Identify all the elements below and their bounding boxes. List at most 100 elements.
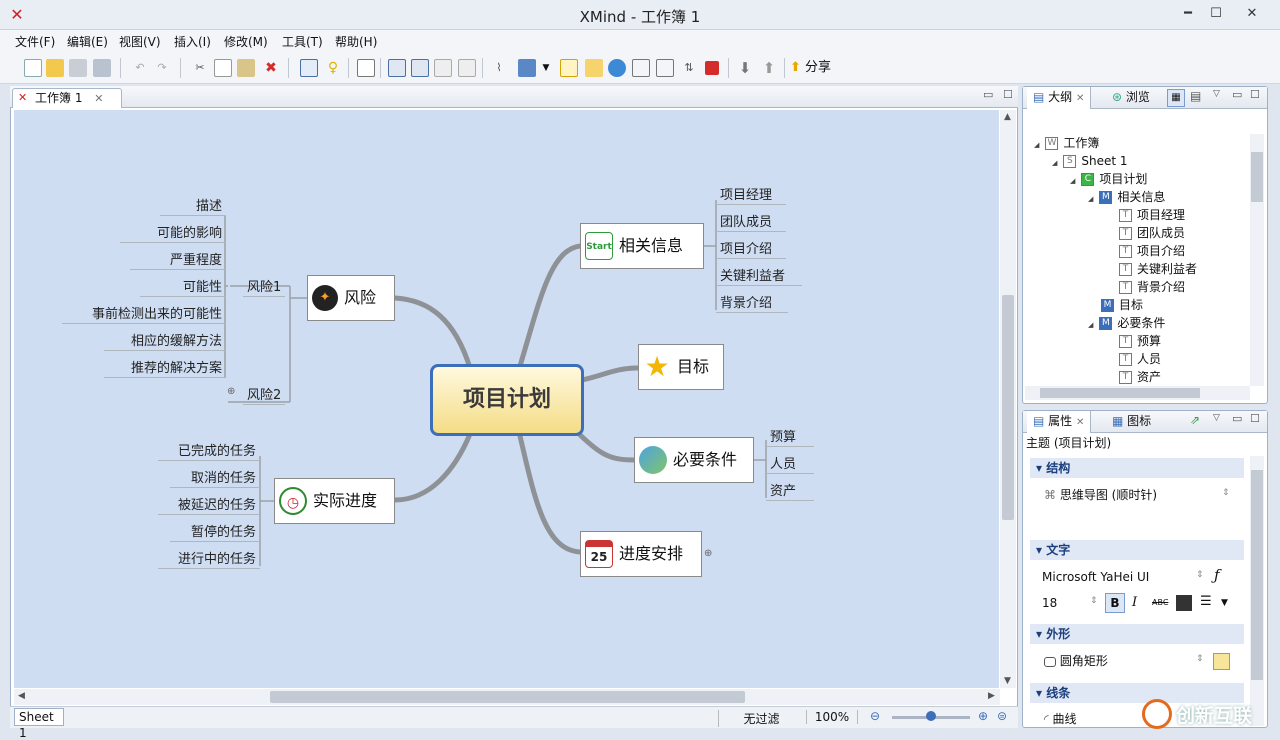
tree-view-icon[interactable]: ▦: [1167, 89, 1185, 107]
close-tab-icon[interactable]: ✕: [1076, 417, 1084, 428]
export-icon[interactable]: ⇗: [1190, 413, 1200, 427]
sheet-tab[interactable]: Sheet 1: [14, 708, 64, 740]
outline-row[interactable]: ◢ M 必要条件: [1088, 314, 1165, 332]
central-topic[interactable]: 项目计划: [430, 364, 584, 436]
font-dialog-icon[interactable]: ƒ: [1214, 566, 1220, 584]
info-item[interactable]: 项目经理: [716, 184, 786, 205]
expand-plus-icon[interactable]: ⊕: [227, 386, 235, 397]
risk-item[interactable]: 可能的影响: [120, 222, 226, 243]
align-icon[interactable]: ☰: [1200, 594, 1212, 609]
maximize-panel-icon[interactable]: ☐: [1250, 88, 1260, 101]
info-item[interactable]: 团队成员: [716, 211, 786, 232]
shape-select[interactable]: 圆角矩形: [1044, 652, 1108, 670]
outline-row[interactable]: ◢ M 相关信息: [1088, 188, 1165, 206]
outline-row[interactable]: T 项目介绍: [1106, 242, 1185, 260]
topic-schedule[interactable]: 25 进度安排: [580, 531, 702, 577]
maximize-panel-icon[interactable]: ☐: [1250, 412, 1260, 425]
zoom-in-icon[interactable]: ⊕: [978, 709, 988, 723]
minimize-panel-icon[interactable]: ▭: [1232, 412, 1242, 425]
progress-item[interactable]: 进行中的任务: [158, 548, 260, 569]
view-menu-icon[interactable]: ▽: [1213, 89, 1220, 99]
outline-row[interactable]: ◢ S Sheet 1: [1052, 152, 1128, 170]
risk-item[interactable]: 相应的缓解方法: [104, 330, 226, 351]
topic-related-info[interactable]: Start 相关信息: [580, 223, 704, 269]
chevron-down-icon[interactable]: ▼: [1221, 598, 1228, 608]
outline-row[interactable]: T 人员: [1106, 350, 1161, 368]
outline-row[interactable]: ◢ W 工作簿: [1034, 134, 1099, 152]
expand-plus-icon[interactable]: ⊕: [704, 548, 712, 559]
tree-toggle-icon[interactable]: ◢: [1088, 195, 1093, 203]
stepper-icon[interactable]: ⇕: [1222, 488, 1230, 498]
zoom-level[interactable]: 100%: [806, 710, 858, 724]
outline-hscroll-thumb[interactable]: [1040, 388, 1200, 398]
list-view-icon[interactable]: ▤: [1190, 89, 1201, 103]
section-structure[interactable]: ▾ 结构: [1030, 458, 1244, 478]
tree-toggle-icon[interactable]: ◢: [1052, 159, 1057, 167]
scroll-down-icon[interactable]: ▼: [1004, 676, 1011, 686]
tab-browse[interactable]: ⊛ 浏览: [1112, 87, 1150, 107]
zoom-out-icon[interactable]: ⊖: [870, 709, 880, 723]
outline-vscroll-thumb[interactable]: [1251, 152, 1263, 202]
properties-vscroll-thumb[interactable]: [1251, 470, 1263, 680]
tab-icons[interactable]: ▦ 图标: [1112, 411, 1151, 431]
progress-item[interactable]: 被延迟的任务: [158, 494, 260, 515]
italic-icon[interactable]: I: [1132, 595, 1137, 610]
stepper-icon[interactable]: ⇕: [1196, 570, 1204, 580]
bold-icon[interactable]: B: [1105, 593, 1125, 613]
line-select[interactable]: ◜ 曲线: [1044, 710, 1077, 728]
section-shape[interactable]: ▾ 外形: [1030, 624, 1244, 644]
section-text[interactable]: ▾ 文字: [1030, 540, 1244, 560]
outline-row[interactable]: T 项目经理: [1106, 206, 1185, 224]
topic-progress[interactable]: ◷ 实际进度: [274, 478, 395, 524]
topic-goal[interactable]: ★ 目标: [638, 344, 724, 390]
structure-select[interactable]: ⌘ 思维导图 (顺时针): [1044, 486, 1157, 504]
fill-color-swatch[interactable]: [1213, 653, 1230, 670]
zoom-fit-icon[interactable]: ⊜: [997, 709, 1007, 723]
scroll-left-icon[interactable]: ◀: [18, 691, 25, 701]
outline-row[interactable]: T 背景介绍: [1106, 278, 1185, 296]
requirement-item[interactable]: 资产: [766, 480, 814, 501]
font-family-select[interactable]: Microsoft YaHei UI: [1042, 568, 1149, 586]
minimize-panel-icon[interactable]: ▭: [1232, 88, 1242, 101]
outline-row[interactable]: T 团队成员: [1106, 224, 1185, 242]
tree-toggle-icon[interactable]: ◢: [1070, 177, 1075, 185]
info-item[interactable]: 背景介绍: [716, 292, 788, 313]
outline-row[interactable]: T 资产: [1106, 368, 1161, 386]
risk-item[interactable]: 可能性: [140, 276, 226, 297]
horizontal-scroll-thumb[interactable]: [270, 691, 745, 703]
scroll-right-icon[interactable]: ▶: [988, 691, 995, 701]
requirement-item[interactable]: 人员: [766, 453, 814, 474]
outline-row[interactable]: T 预算: [1106, 332, 1161, 350]
stepper-icon[interactable]: ⇕: [1196, 654, 1204, 664]
stepper-icon[interactable]: ⇕: [1090, 596, 1098, 606]
topic-risk[interactable]: ✦ 风险: [307, 275, 395, 321]
tab-properties[interactable]: ▤ 属性 ✕: [1027, 411, 1092, 433]
requirement-item[interactable]: 预算: [766, 426, 814, 447]
progress-item[interactable]: 取消的任务: [170, 467, 260, 488]
view-menu-icon[interactable]: ▽: [1213, 413, 1220, 423]
risk-item[interactable]: 严重程度: [130, 249, 226, 270]
info-item[interactable]: 项目介绍: [716, 238, 786, 259]
risk-group-2[interactable]: 风险2: [243, 384, 286, 405]
scroll-up-icon[interactable]: ▲: [1004, 112, 1011, 122]
topic-requirements[interactable]: 必要条件: [634, 437, 754, 483]
risk-item[interactable]: 描述: [160, 195, 226, 216]
filter-status[interactable]: 无过滤: [718, 710, 804, 727]
risk-group-1[interactable]: 风险1: [243, 276, 286, 297]
font-size-select[interactable]: 18: [1042, 594, 1057, 612]
strikethrough-icon[interactable]: ABC: [1152, 598, 1168, 607]
outline-row[interactable]: M 目标: [1088, 296, 1143, 314]
tree-toggle-icon[interactable]: ◢: [1034, 141, 1039, 149]
tab-outline[interactable]: ▤ 大纲 ✕: [1027, 87, 1092, 109]
text-color-icon[interactable]: [1176, 595, 1192, 611]
risk-item[interactable]: 事前检测出来的可能性: [62, 303, 226, 324]
tree-toggle-icon[interactable]: ◢: [1088, 321, 1093, 329]
close-tab-icon[interactable]: ✕: [1076, 93, 1084, 104]
progress-item[interactable]: 已完成的任务: [158, 440, 260, 461]
outline-row[interactable]: ◢ C 项目计划: [1070, 170, 1147, 188]
vertical-scroll-thumb[interactable]: [1002, 295, 1014, 520]
outline-row[interactable]: T 关键利益者: [1106, 260, 1197, 278]
risk-item[interactable]: 推荐的解决方案: [104, 357, 226, 378]
progress-item[interactable]: 暂停的任务: [170, 521, 260, 542]
info-item[interactable]: 关键利益者: [716, 265, 802, 286]
